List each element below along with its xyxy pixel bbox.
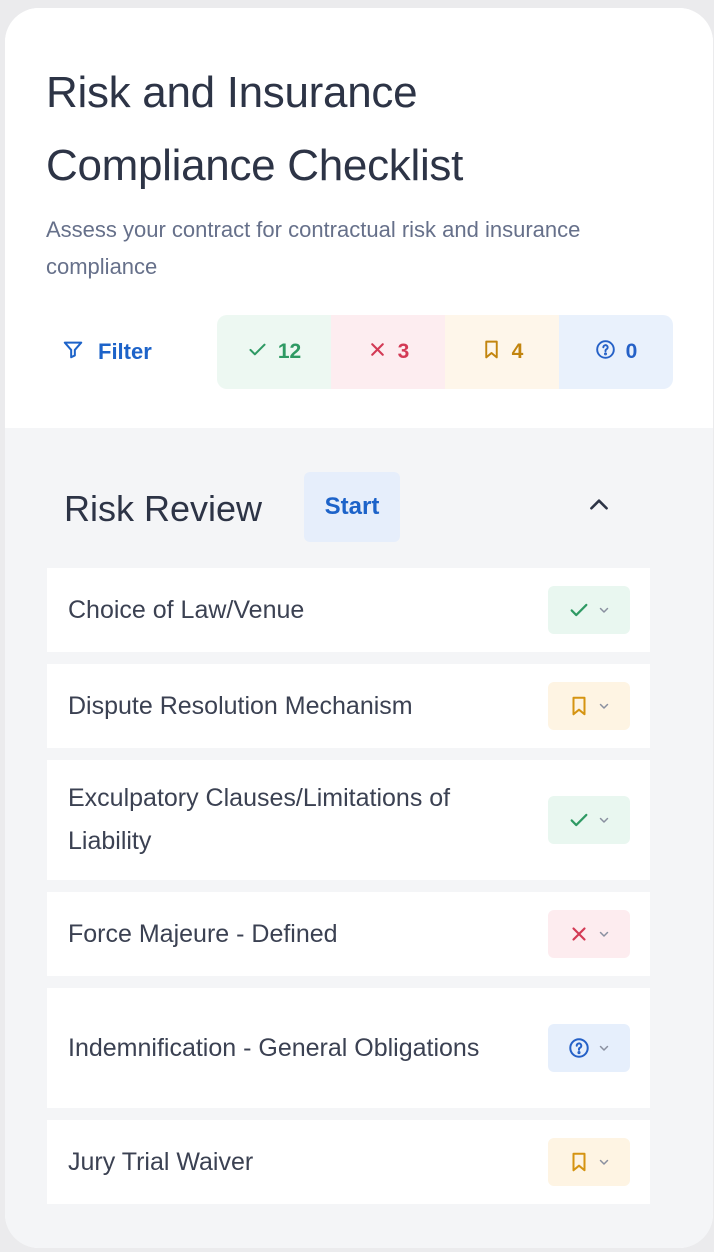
- page-title: Risk and Insurance Compliance Checklist: [46, 68, 464, 190]
- count-unknown-value: 0: [625, 340, 638, 363]
- bookmark-icon: [568, 1151, 590, 1173]
- checklist-body: Risk Review Start Choice of Law/Venue Dis…: [5, 428, 713, 1248]
- checklist-item-label: Indemnification - General Obligations: [68, 1033, 480, 1062]
- status-counts: 12 3 4 0: [217, 315, 673, 389]
- count-fail-button[interactable]: 3: [331, 315, 445, 389]
- collapse-button[interactable]: [578, 486, 620, 528]
- count-fail-value: 3: [397, 340, 410, 363]
- section-header: Risk Review Start: [5, 468, 713, 548]
- check-icon: [247, 339, 268, 366]
- checklist-item-label: Dispute Resolution Mechanism: [68, 691, 413, 720]
- chevron-down-icon: [598, 604, 610, 616]
- start-button[interactable]: Start: [304, 472, 400, 542]
- checklist-item-label: Choice of Law/Venue: [68, 595, 305, 624]
- chevron-up-icon: [586, 492, 612, 523]
- count-flag-value: 4: [511, 340, 524, 363]
- chevron-down-icon: [598, 928, 610, 940]
- funnel-icon: [62, 338, 84, 366]
- checklist-item[interactable]: Jury Trial Waiver: [47, 1120, 650, 1204]
- checklist-item-label: Force Majeure - Defined: [68, 919, 338, 948]
- count-flag-button[interactable]: 4: [445, 315, 559, 389]
- status-dropdown[interactable]: [548, 586, 630, 634]
- x-icon: [568, 923, 590, 945]
- chevron-down-icon: [598, 700, 610, 712]
- question-circle-icon: [568, 1037, 590, 1059]
- checklist-item-label: Jury Trial Waiver: [68, 1147, 254, 1176]
- status-dropdown[interactable]: [548, 1024, 630, 1072]
- chevron-down-icon: [598, 814, 610, 826]
- bookmark-icon: [481, 339, 502, 366]
- section-title: Risk Review: [64, 488, 263, 529]
- count-unknown-button[interactable]: 0: [559, 315, 673, 389]
- count-pass-value: 12: [277, 340, 302, 363]
- page-subtitle: Assess your contract for contractual ris…: [46, 217, 581, 279]
- status-dropdown[interactable]: [548, 796, 630, 844]
- checklist-item[interactable]: Choice of Law/Venue: [47, 568, 650, 652]
- status-dropdown[interactable]: [548, 682, 630, 730]
- status-dropdown[interactable]: [548, 910, 630, 958]
- checklist-item[interactable]: Indemnification - General Obligations: [47, 988, 650, 1108]
- checklist-panel: Risk and Insurance Compliance Checklist …: [5, 8, 713, 1248]
- chevron-down-icon: [598, 1156, 610, 1168]
- bookmark-icon: [568, 695, 590, 717]
- x-icon: [367, 339, 388, 366]
- checklist-item[interactable]: Force Majeure - Defined: [47, 892, 650, 976]
- count-pass-button[interactable]: 12: [217, 315, 331, 389]
- filter-button[interactable]: Filter: [46, 315, 196, 389]
- question-circle-icon: [595, 339, 616, 366]
- checklist-item[interactable]: Exculpatory Clauses/Limitations of Liabi…: [47, 760, 650, 880]
- filter-label: Filter: [98, 339, 152, 364]
- checklist-header: Risk and Insurance Compliance Checklist …: [5, 8, 713, 428]
- status-dropdown[interactable]: [548, 1138, 630, 1186]
- checklist-items: Choice of Law/Venue Dispute Resolution Me…: [47, 568, 650, 1216]
- checklist-item-label: Exculpatory Clauses/Limitations of Liabi…: [68, 784, 451, 855]
- checklist-item[interactable]: Dispute Resolution Mechanism: [47, 664, 650, 748]
- check-icon: [568, 809, 590, 831]
- check-icon: [568, 599, 590, 621]
- chevron-down-icon: [598, 1042, 610, 1054]
